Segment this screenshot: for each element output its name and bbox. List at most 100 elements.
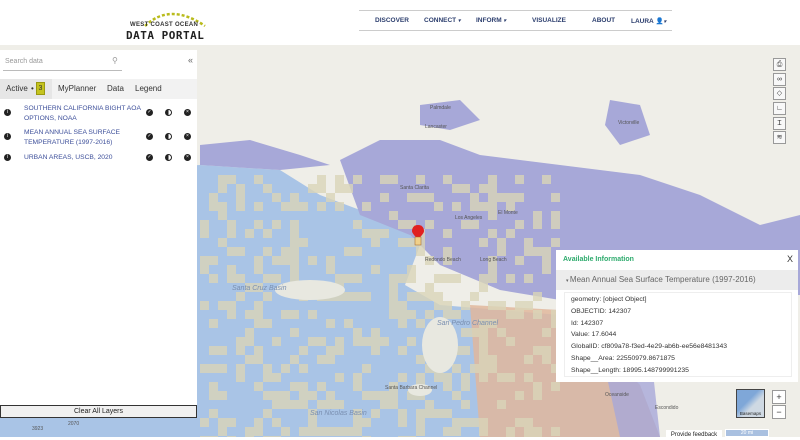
sst-tile <box>272 391 281 400</box>
sst-tile <box>461 400 470 409</box>
sst-tile <box>290 202 299 211</box>
nav-user[interactable]: LAURA 👤▾ <box>631 17 666 25</box>
sst-tile <box>236 274 245 283</box>
logo[interactable]: WEST COAST OCEAN DATA PORTAL <box>125 8 210 42</box>
search-icon[interactable]: ⚲ <box>112 56 118 65</box>
sst-tile <box>335 337 344 346</box>
sst-tile <box>479 202 488 211</box>
sst-tile <box>227 220 236 229</box>
opacity-icon[interactable] <box>165 109 172 116</box>
sst-tile <box>398 220 407 229</box>
sst-tile <box>389 292 398 301</box>
popup-section-header[interactable]: ▾ Mean Annual Sea Surface Temperature (1… <box>556 270 798 290</box>
zoom-in-button[interactable]: + <box>772 390 786 404</box>
zoom-out-button[interactable]: − <box>772 405 786 419</box>
visibility-check-icon[interactable]: ✓ <box>146 109 153 116</box>
tab-legend[interactable]: Legend <box>135 84 162 93</box>
sst-tile <box>290 220 299 229</box>
sst-tile <box>524 238 533 247</box>
tab-data[interactable]: Data <box>107 84 124 93</box>
layer-name[interactable]: MEAN ANNUAL SEA SURFACE TEMPERATURE (199… <box>24 128 146 148</box>
sst-tile <box>335 400 344 409</box>
sst-tile <box>479 184 488 193</box>
sst-tile <box>200 220 209 229</box>
sst-tile <box>308 418 317 427</box>
collapse-sidebar-button[interactable]: « <box>188 55 193 65</box>
nav-visualize[interactable]: VISUALIZE <box>532 17 566 24</box>
remove-layer-icon[interactable]: × <box>184 154 191 161</box>
info-icon[interactable]: i <box>4 109 11 116</box>
section-title: Mean Annual Sea Surface Temperature (199… <box>569 275 756 284</box>
remove-layer-icon[interactable]: × <box>184 133 191 140</box>
sst-tile <box>299 391 308 400</box>
opacity-icon[interactable] <box>165 154 172 161</box>
sst-tile <box>290 265 299 274</box>
sst-tile <box>245 427 254 436</box>
sst-tile <box>389 274 398 283</box>
sst-tile <box>515 220 524 229</box>
sst-tile <box>542 355 551 364</box>
sst-tile <box>452 274 461 283</box>
provide-feedback-button[interactable]: Provide feedback <box>666 430 722 440</box>
search-input[interactable]: Search data <box>3 56 122 71</box>
sst-tile <box>209 193 218 202</box>
sst-tile <box>326 193 335 202</box>
layer-name[interactable]: SOUTHERN CALIFORNIA BIGHT AOA OPTIONS, N… <box>24 104 146 124</box>
tag-icon[interactable]: ◇ <box>773 87 786 101</box>
user-icon: 👤 <box>655 18 664 25</box>
nav-about[interactable]: ABOUT <box>592 17 615 24</box>
opacity-icon[interactable] <box>165 133 172 140</box>
sst-tile <box>443 247 452 256</box>
caret-down-icon: ▾ <box>503 18 506 24</box>
sst-tile <box>254 220 263 229</box>
sst-tile <box>281 247 290 256</box>
sst-tile <box>254 346 263 355</box>
sst-tile <box>218 238 227 247</box>
sst-tile <box>209 319 218 328</box>
tab-active-label[interactable]: Active <box>6 84 28 93</box>
sst-tile <box>506 229 515 238</box>
info-icon[interactable]: i <box>4 133 11 140</box>
sst-tile <box>335 373 344 382</box>
nav-discover[interactable]: DISCOVER <box>375 17 409 24</box>
sst-tile <box>263 274 272 283</box>
sst-tile <box>353 373 362 382</box>
info-icon[interactable]: i <box>4 154 11 161</box>
clear-all-layers-button[interactable]: Clear All Layers <box>0 405 197 418</box>
layers-icon[interactable]: ≋ <box>773 131 786 145</box>
print-icon[interactable]: ⎙ <box>773 58 786 71</box>
sst-tile <box>533 310 542 319</box>
tab-myplanner[interactable]: MyPlanner <box>58 84 96 93</box>
sst-tile <box>506 337 515 346</box>
nav-inform[interactable]: INFORM ▾ <box>476 17 506 24</box>
link-icon[interactable]: ∞ <box>773 72 786 86</box>
sst-tile <box>263 373 272 382</box>
sst-tile <box>497 301 506 310</box>
header: WEST COAST OCEAN DATA PORTAL DISCOVER CO… <box>0 0 800 45</box>
sst-tile <box>290 238 299 247</box>
sst-tile <box>236 373 245 382</box>
basemaps-button[interactable]: Basemaps <box>736 389 765 418</box>
sst-tile <box>506 310 515 319</box>
sst-tile <box>434 301 443 310</box>
measure-icon[interactable]: ∟ <box>773 102 786 116</box>
sst-tile <box>335 175 344 184</box>
sst-tile <box>362 337 371 346</box>
nav-connect[interactable]: CONNECT ▾ <box>424 17 460 24</box>
sst-tile <box>488 274 497 283</box>
sst-tile <box>533 427 542 436</box>
sst-tile <box>506 373 515 382</box>
map-marker-icon[interactable] <box>412 225 424 252</box>
sst-tile <box>407 337 416 346</box>
layer-item: i URBAN AREAS, USCB, 2020 ✓ × <box>0 153 197 163</box>
close-popup-button[interactable]: X <box>787 254 793 264</box>
sst-tile <box>227 247 236 256</box>
compare-icon[interactable]: Ɪ <box>773 116 786 130</box>
visibility-check-icon[interactable]: ✓ <box>146 154 153 161</box>
map-label: Victorville <box>618 120 640 126</box>
sst-tile <box>290 400 299 409</box>
remove-layer-icon[interactable]: × <box>184 109 191 116</box>
sst-tile <box>290 328 299 337</box>
visibility-check-icon[interactable]: ✓ <box>146 133 153 140</box>
layer-name[interactable]: URBAN AREAS, USCB, 2020 <box>24 153 146 163</box>
